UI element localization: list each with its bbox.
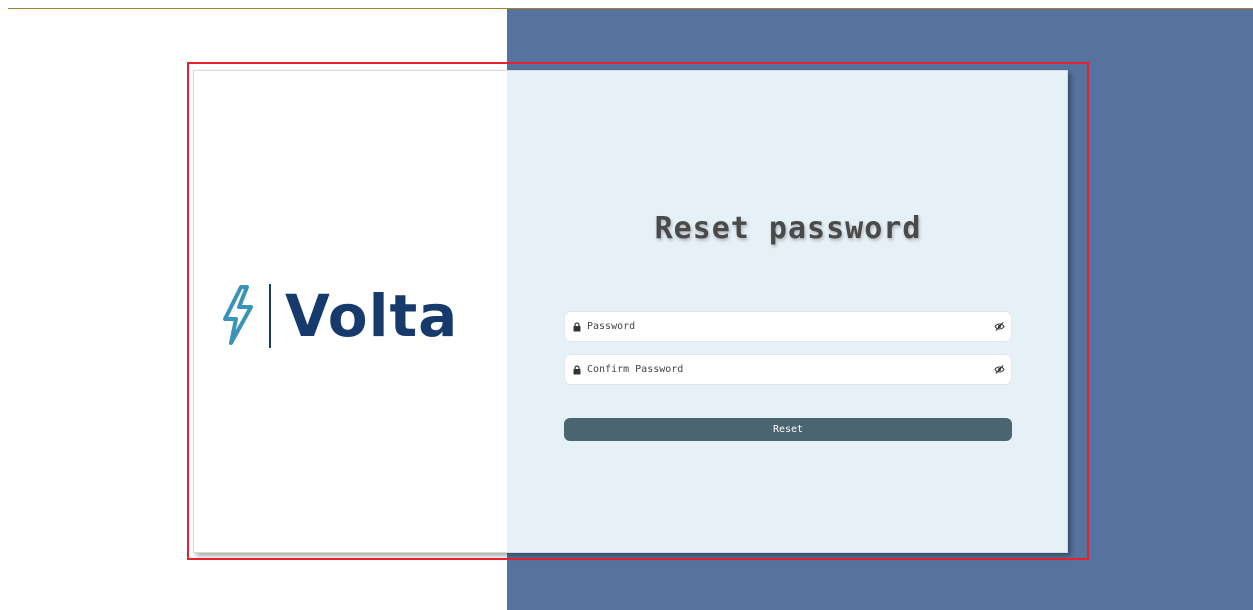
reset-password-page: Volta Reset password Reset <box>0 0 1253 610</box>
highlight-frame <box>187 62 1089 560</box>
